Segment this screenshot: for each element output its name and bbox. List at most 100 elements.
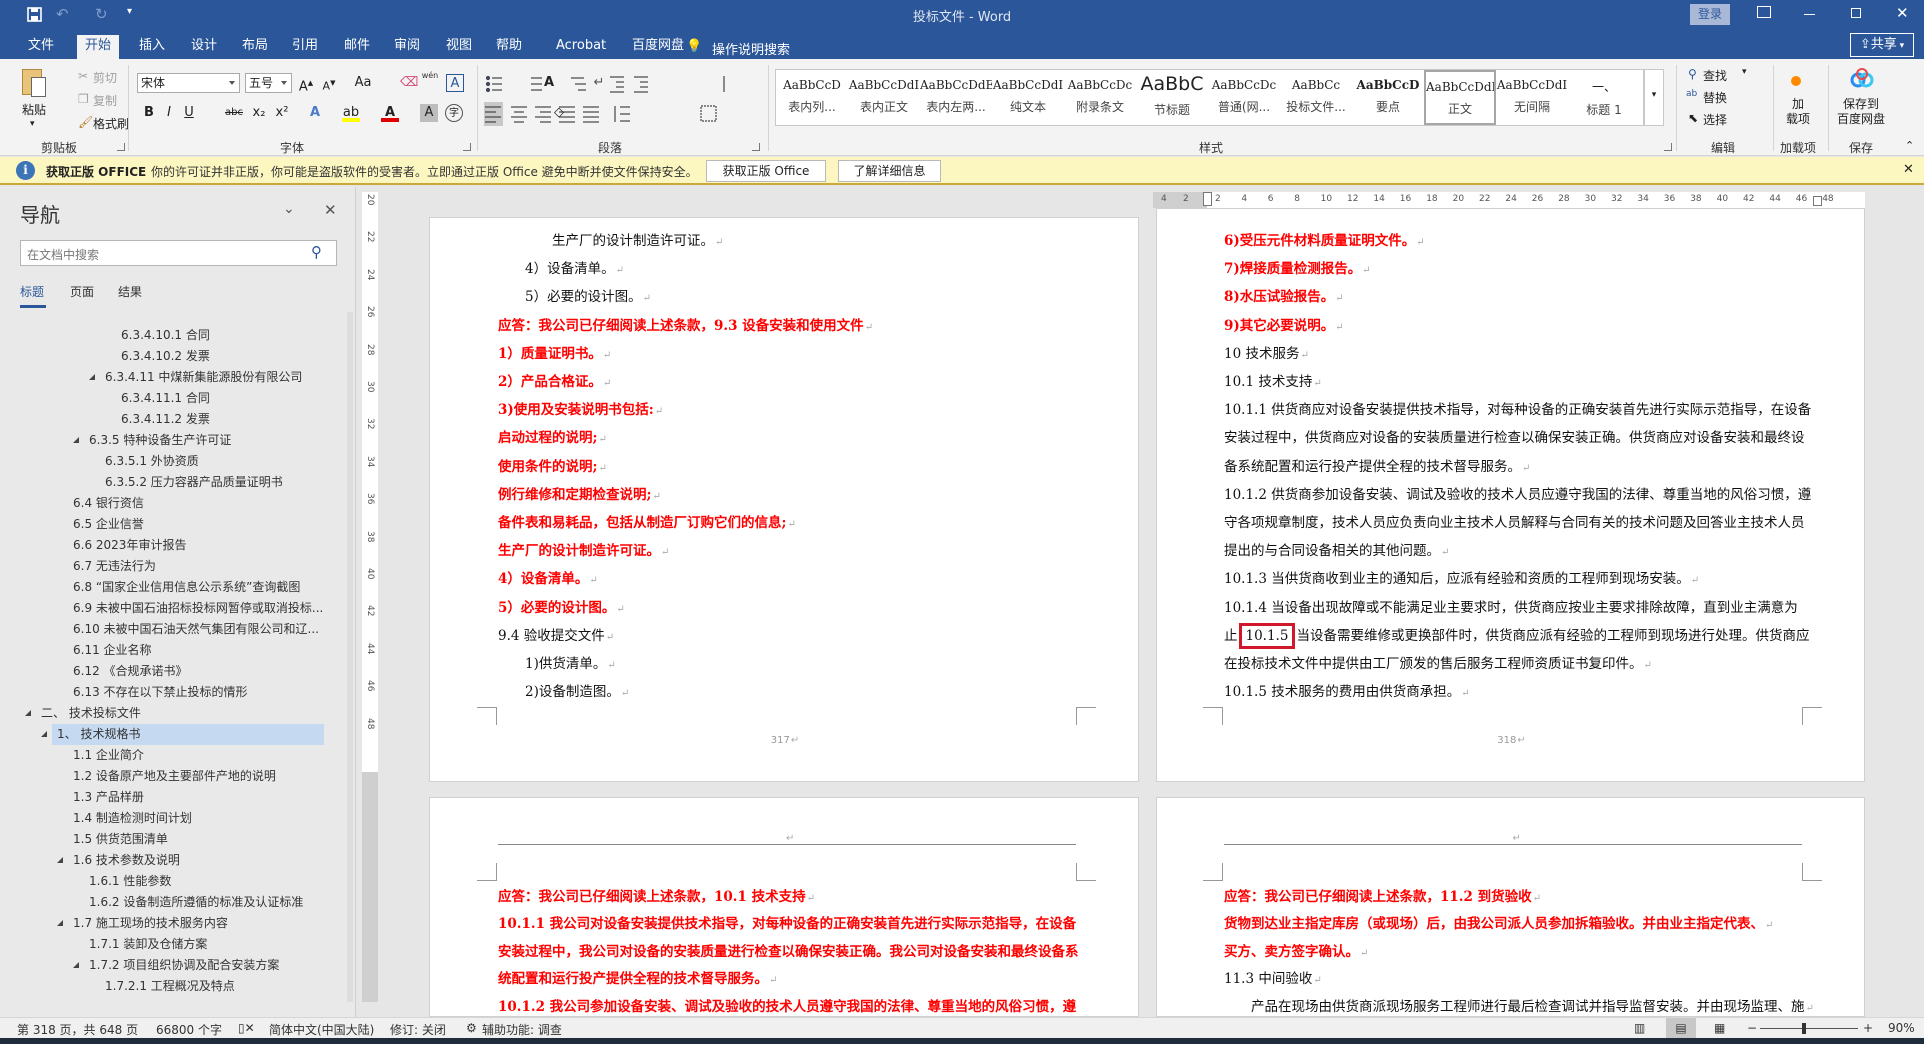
nav-heading-item[interactable]: 6.10 未被中国石油天然气集团有限公司和辽... bbox=[0, 619, 340, 640]
nav-heading-item[interactable]: 1.7.1 装卸及仓储方案 bbox=[0, 934, 340, 955]
login-button[interactable]: 登录 bbox=[1690, 4, 1730, 25]
paste-dropdown-icon[interactable]: ▾ bbox=[30, 119, 35, 129]
style-item[interactable]: AaBbCc 投标文件... bbox=[1280, 70, 1352, 125]
tab-7[interactable]: 审阅 bbox=[386, 35, 428, 59]
nav-heading-item[interactable]: 1.7.2 项目组织协调及配合安装方案 bbox=[0, 955, 340, 976]
proofing-icon[interactable]: ▯✕ bbox=[238, 1021, 255, 1035]
font-name-select[interactable]: 宋体 bbox=[137, 73, 240, 93]
shrink-font-icon[interactable]: A▼ bbox=[320, 74, 338, 93]
nav-tab-1[interactable]: 页面 bbox=[70, 283, 94, 300]
expand-triangle-icon[interactable] bbox=[57, 857, 63, 863]
web-layout-icon[interactable]: ▦ bbox=[1714, 1021, 1725, 1035]
zoom-slider[interactable] bbox=[1760, 1023, 1858, 1034]
style-item[interactable]: AaBbCcD 表内列... bbox=[776, 70, 848, 125]
zoom-out-button[interactable]: − bbox=[1747, 1021, 1757, 1035]
font-format-button[interactable]: U bbox=[180, 104, 198, 122]
print-layout-icon[interactable]: ▤ bbox=[1666, 1018, 1696, 1038]
nav-heading-item[interactable]: 1.6.1 性能参数 bbox=[0, 871, 340, 892]
nav-heading-item[interactable]: 1.6.2 设备制造所遵循的标准及认证标准 bbox=[0, 892, 340, 913]
infobar-close-icon[interactable]: ✕ bbox=[1903, 162, 1914, 177]
font-format-button[interactable]: abc bbox=[222, 104, 246, 122]
nav-tab-2[interactable]: 结果 bbox=[118, 283, 142, 300]
nav-options-chevron-icon[interactable]: ⌄ bbox=[283, 201, 295, 217]
tab-8[interactable]: 视图 bbox=[438, 35, 480, 59]
find-dropdown-icon[interactable]: ▾ bbox=[1742, 67, 1747, 77]
style-item[interactable]: AaBbCcD 要点 bbox=[1352, 70, 1424, 125]
word-count[interactable]: 66800 个字 bbox=[156, 1021, 222, 1038]
expand-triangle-icon[interactable] bbox=[25, 710, 31, 716]
tell-me-search[interactable]: 操作说明搜索 bbox=[712, 39, 790, 58]
enclose-characters-button[interactable]: 字 bbox=[445, 104, 463, 122]
nav-heading-item[interactable]: 6.11 企业名称 bbox=[0, 640, 340, 661]
nav-heading-item[interactable]: 6.3.4.11.2 发票 bbox=[0, 409, 340, 430]
track-changes-status[interactable]: 修订: 关闭 bbox=[390, 1021, 446, 1038]
replace-button[interactable]: 替换 bbox=[1703, 89, 1727, 106]
tab-2[interactable]: 插入 bbox=[131, 35, 173, 59]
expand-triangle-icon[interactable] bbox=[89, 374, 95, 380]
nav-search-input[interactable]: 在文档中搜索 ⚲ bbox=[20, 240, 337, 266]
left-indent-marker[interactable] bbox=[1203, 192, 1212, 206]
character-shading-icon[interactable]: A bbox=[420, 104, 438, 122]
collapse-ribbon-icon[interactable]: ⌃ bbox=[1905, 139, 1914, 152]
nav-heading-item[interactable]: 1、 技术规格书 bbox=[41, 724, 324, 745]
style-item[interactable]: AaBbC 节标题 bbox=[1136, 70, 1208, 125]
highlight-color-icon[interactable]: ab bbox=[342, 104, 360, 122]
share-button[interactable]: ⇪共享 ▾ bbox=[1850, 33, 1914, 57]
font-color-icon[interactable]: A bbox=[381, 104, 399, 122]
text-direction-icon[interactable]: A bbox=[540, 74, 558, 92]
expand-triangle-icon[interactable] bbox=[73, 437, 79, 443]
font-format-button[interactable]: I bbox=[160, 104, 178, 122]
nav-heading-item[interactable]: 6.9 未被中国石油招标投标网暂停或取消投标... bbox=[0, 598, 340, 619]
font-format-button[interactable]: B bbox=[140, 104, 158, 122]
nav-heading-item[interactable]: 6.13 不存在以下禁止投标的情形 bbox=[0, 682, 340, 703]
tab-6[interactable]: 邮件 bbox=[336, 35, 378, 59]
nav-heading-item[interactable]: 1.6 技术参数及说明 bbox=[0, 850, 340, 871]
tab-0[interactable]: 文件 bbox=[20, 35, 62, 59]
read-mode-icon[interactable]: ▥ bbox=[1634, 1021, 1645, 1035]
nav-scrollbar[interactable] bbox=[347, 312, 353, 1002]
paragraph-launcher-icon[interactable] bbox=[752, 143, 760, 151]
expand-triangle-icon[interactable] bbox=[41, 731, 47, 737]
nav-heading-item[interactable]: 1.4 制造检测时间计划 bbox=[0, 808, 340, 829]
paste-button[interactable]: 粘贴 bbox=[22, 101, 46, 118]
font-format-button[interactable]: x₂ bbox=[250, 104, 268, 122]
minimize-icon[interactable] bbox=[1804, 14, 1815, 15]
tab-3[interactable]: 设计 bbox=[183, 35, 225, 59]
tab-10[interactable]: Acrobat bbox=[548, 35, 614, 59]
select-button[interactable]: 选择 bbox=[1703, 111, 1727, 128]
character-border-button[interactable]: A bbox=[446, 74, 464, 92]
nav-heading-item[interactable]: 6.3.4.10.2 发票 bbox=[0, 346, 340, 367]
expand-triangle-icon[interactable] bbox=[73, 962, 79, 968]
style-item[interactable]: AaBbCcDdEe 表内左两... bbox=[920, 70, 992, 125]
right-indent-marker[interactable] bbox=[1813, 196, 1822, 206]
nav-heading-item[interactable]: 6.3.5 特种设备生产许可证 bbox=[0, 430, 340, 451]
style-item[interactable]: AaBbCcDdI 表内正文 bbox=[848, 70, 920, 125]
zoom-in-button[interactable]: + bbox=[1863, 1021, 1873, 1035]
font-launcher-icon[interactable] bbox=[463, 143, 471, 151]
tab-4[interactable]: 布局 bbox=[234, 35, 276, 59]
shading-icon[interactable]: ◇ bbox=[550, 104, 568, 122]
save-to-baidu-button[interactable]: 保存到 百度网盘 bbox=[1832, 97, 1890, 127]
nav-heading-item[interactable]: 6.6 2023年审计报告 bbox=[0, 535, 340, 556]
clear-formatting-icon[interactable]: ⌫ bbox=[400, 74, 418, 92]
style-item[interactable]: AaBbCcDdI 无间隔 bbox=[1496, 70, 1568, 125]
nav-heading-item[interactable]: 6.12 《合规承诺书》 bbox=[0, 661, 340, 682]
close-icon[interactable]: ✕ bbox=[1896, 4, 1909, 22]
get-genuine-office-button[interactable]: 获取正版 Office bbox=[706, 160, 826, 182]
style-item[interactable]: AaBbCcDdI 纯文本 bbox=[992, 70, 1064, 125]
styles-launcher-icon[interactable] bbox=[1664, 143, 1672, 151]
style-item[interactable]: AaBbCcDc 附录条文 bbox=[1064, 70, 1136, 125]
clipboard-launcher-icon[interactable] bbox=[117, 143, 125, 151]
nav-close-icon[interactable]: ✕ bbox=[324, 201, 337, 219]
change-case-button[interactable]: Aa bbox=[350, 74, 376, 92]
restore-icon[interactable] bbox=[1851, 8, 1861, 18]
tab-5[interactable]: 引用 bbox=[284, 35, 326, 59]
style-item[interactable]: AaBbCcDc 普通(网... bbox=[1208, 70, 1280, 125]
nav-heading-item[interactable]: 6.7 无违法行为 bbox=[0, 556, 340, 577]
nav-heading-item[interactable]: 1.5 供货范围清单 bbox=[0, 829, 340, 850]
copy-button[interactable]: 复制 bbox=[93, 92, 117, 109]
style-item[interactable]: AaBbCcDdI 正文 bbox=[1424, 70, 1496, 125]
accessibility-status[interactable]: 辅助功能: 调查 bbox=[482, 1021, 562, 1038]
phonetic-guide-button[interactable]: wén bbox=[421, 71, 439, 89]
tab-11[interactable]: 百度网盘 bbox=[624, 35, 692, 59]
